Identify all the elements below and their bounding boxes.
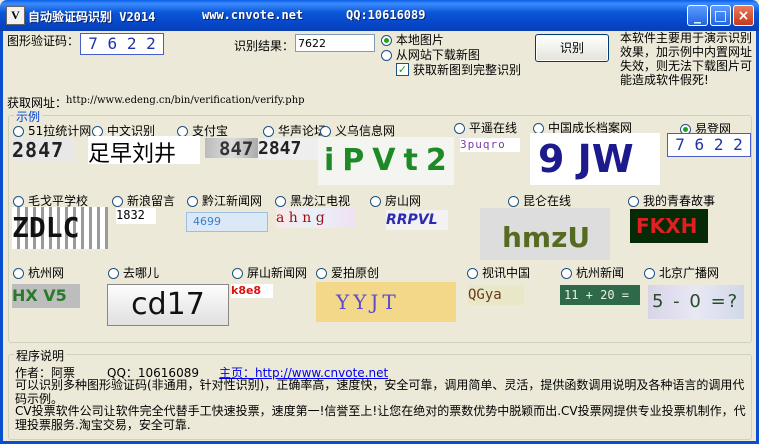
radio-dot[interactable] [381, 35, 392, 46]
captcha-image: k8e8 [231, 284, 273, 298]
example-qunar[interactable]: 去哪儿 [108, 264, 159, 281]
option-label: 杭州网 [28, 266, 65, 280]
option-label: 我的青春故事 [643, 194, 716, 208]
example-pingyao[interactable]: 平遥在线 [454, 119, 517, 136]
captcha-image: 3puqro [460, 138, 520, 152]
title-qq: QQ:10616089 [346, 8, 426, 22]
radio-dot[interactable] [644, 268, 655, 279]
captcha-image: ZDLC [12, 207, 108, 249]
option-label: 毛戈平学校 [28, 194, 89, 208]
radio-dot[interactable] [370, 196, 381, 207]
option-label: 屏山新闻网 [247, 266, 308, 280]
radio-dot[interactable] [13, 126, 24, 137]
captcha-image: QGya [468, 285, 524, 305]
option-label: 平遥在线 [469, 121, 518, 135]
option-label: 杭州新闻 [576, 266, 625, 280]
intro-line-2: CV投票软件公司让软件完全代替手工快速投票，速度第一!信誉至上!让您在绝对的票数… [15, 404, 746, 432]
captcha-image: 1832 [116, 208, 156, 224]
option-label: 视讯中国 [482, 266, 531, 280]
captcha-image: cd17 [107, 284, 229, 326]
recognize-button[interactable]: 识别 [535, 34, 609, 62]
captcha-image: YYJT [316, 282, 456, 322]
title-bar[interactable]: V 自动验证码识别 V2014 www.cnvote.net QQ:106160… [0, 0, 759, 31]
source-local-label: 本地图片 [395, 33, 444, 47]
radio-dot[interactable] [112, 196, 123, 207]
radio-dot[interactable] [187, 196, 198, 207]
option-label: 黔江新闻网 [202, 194, 263, 208]
radio-dot[interactable] [381, 50, 392, 61]
checkbox-box[interactable]: ✓ [396, 63, 409, 76]
usage-note: 本软件主要用于演示识别效果，加示例中内置网址失效，则无法下载图片可能造成软件假死… [620, 31, 753, 87]
captcha-image: 5 - 0 =? [648, 285, 744, 319]
radio-dot[interactable] [275, 196, 286, 207]
radio-dot[interactable] [232, 268, 243, 279]
captcha-image: 4699 [186, 212, 268, 232]
option-label: 华声论坛 [278, 124, 327, 138]
example-huasheng[interactable]: 华声论坛 [263, 122, 326, 139]
example-51la[interactable]: 51拉统计网 [13, 122, 91, 139]
captcha-image: 11 + 20 = [560, 285, 640, 305]
example-beijing-radio[interactable]: 北京广播网 [644, 264, 719, 281]
radio-dot[interactable] [316, 268, 327, 279]
captcha-label: 图形验证码： [7, 34, 80, 48]
example-kunlun[interactable]: 昆仑在线 [508, 192, 571, 209]
captcha-image: 2847 [12, 138, 74, 162]
captcha-image: RRPVL [386, 210, 448, 230]
option-label: 爱拍原创 [331, 266, 380, 280]
radio-dot[interactable] [508, 196, 519, 207]
example-pingshan[interactable]: 屏山新闻网 [232, 264, 307, 281]
fetch-full-label: 获取新图到完整识别 [413, 63, 522, 77]
radio-dot[interactable] [263, 126, 274, 137]
example-qianjiang[interactable]: 黔江新闻网 [187, 192, 262, 209]
option-label: 北京广播网 [659, 266, 720, 280]
captcha-image: iPVt2 [318, 137, 454, 185]
radio-dot[interactable] [628, 196, 639, 207]
radio-dot[interactable] [561, 268, 572, 279]
captcha-image: FKXH [630, 209, 708, 243]
radio-dot[interactable] [13, 268, 24, 279]
option-label: 昆仑在线 [523, 194, 572, 208]
fetch-full-checkbox[interactable]: ✓ 获取新图到完整识别 [396, 61, 521, 78]
app-icon: V [6, 6, 25, 25]
close-button[interactable]: × [733, 5, 754, 26]
radio-dot[interactable] [467, 268, 478, 279]
example-heilongjiang[interactable]: 黑龙江电视 [275, 192, 350, 209]
option-label: 新浪留言 [127, 194, 176, 208]
maximize-button[interactable]: □ [710, 5, 731, 26]
program-legend: 程序说明 [14, 347, 67, 364]
app-title: 自动验证码识别 V2014 [28, 10, 156, 24]
example-hangzhou-news[interactable]: 杭州新闻 [561, 264, 624, 281]
option-label: 义乌信息网 [335, 124, 396, 138]
result-input[interactable] [295, 34, 375, 52]
captcha-image: 7 6 2 2 [667, 133, 751, 157]
example-youth-story[interactable]: 我的青春故事 [628, 192, 715, 209]
captcha-preview: 7 6 2 2 [80, 33, 164, 55]
captcha-image: hmzU [480, 208, 610, 260]
radio-dot[interactable] [454, 123, 465, 134]
minimize-button[interactable]: _ [687, 5, 708, 26]
radio-dot[interactable] [108, 268, 119, 279]
captcha-image: 2847 [258, 138, 320, 160]
result-label: 识别结果： [234, 39, 295, 53]
radio-dot[interactable] [13, 196, 24, 207]
example-cnlive[interactable]: 视讯中国 [467, 264, 530, 281]
captcha-image: HX V5 [12, 284, 80, 308]
example-sina[interactable]: 新浪留言 [112, 192, 175, 209]
url-value: http://www.edeng.cn/bin/verification/ver… [66, 95, 305, 106]
captcha-image: a h n g [276, 208, 356, 228]
captcha-image: 足早刘井 [88, 136, 200, 164]
example-aipai[interactable]: 爱拍原创 [316, 264, 379, 281]
captcha-image: 9 JW [530, 133, 660, 185]
option-label: 黑龙江电视 [290, 194, 351, 208]
title-site: www.cnvote.net [202, 8, 304, 22]
intro-line-1: 可以识别多种图形验证码(非通用，针对性识别)，正确率高，速度快，安全可靠，调用简… [15, 378, 745, 406]
option-label: 51拉统计网 [28, 124, 92, 138]
example-hangzhou[interactable]: 杭州网 [13, 264, 64, 281]
source-web-label: 从网站下载新图 [395, 48, 480, 62]
example-fangshan[interactable]: 房山网 [370, 192, 421, 209]
option-label: 房山网 [385, 194, 422, 208]
option-label: 去哪儿 [123, 266, 160, 280]
radio-dot[interactable] [320, 126, 331, 137]
